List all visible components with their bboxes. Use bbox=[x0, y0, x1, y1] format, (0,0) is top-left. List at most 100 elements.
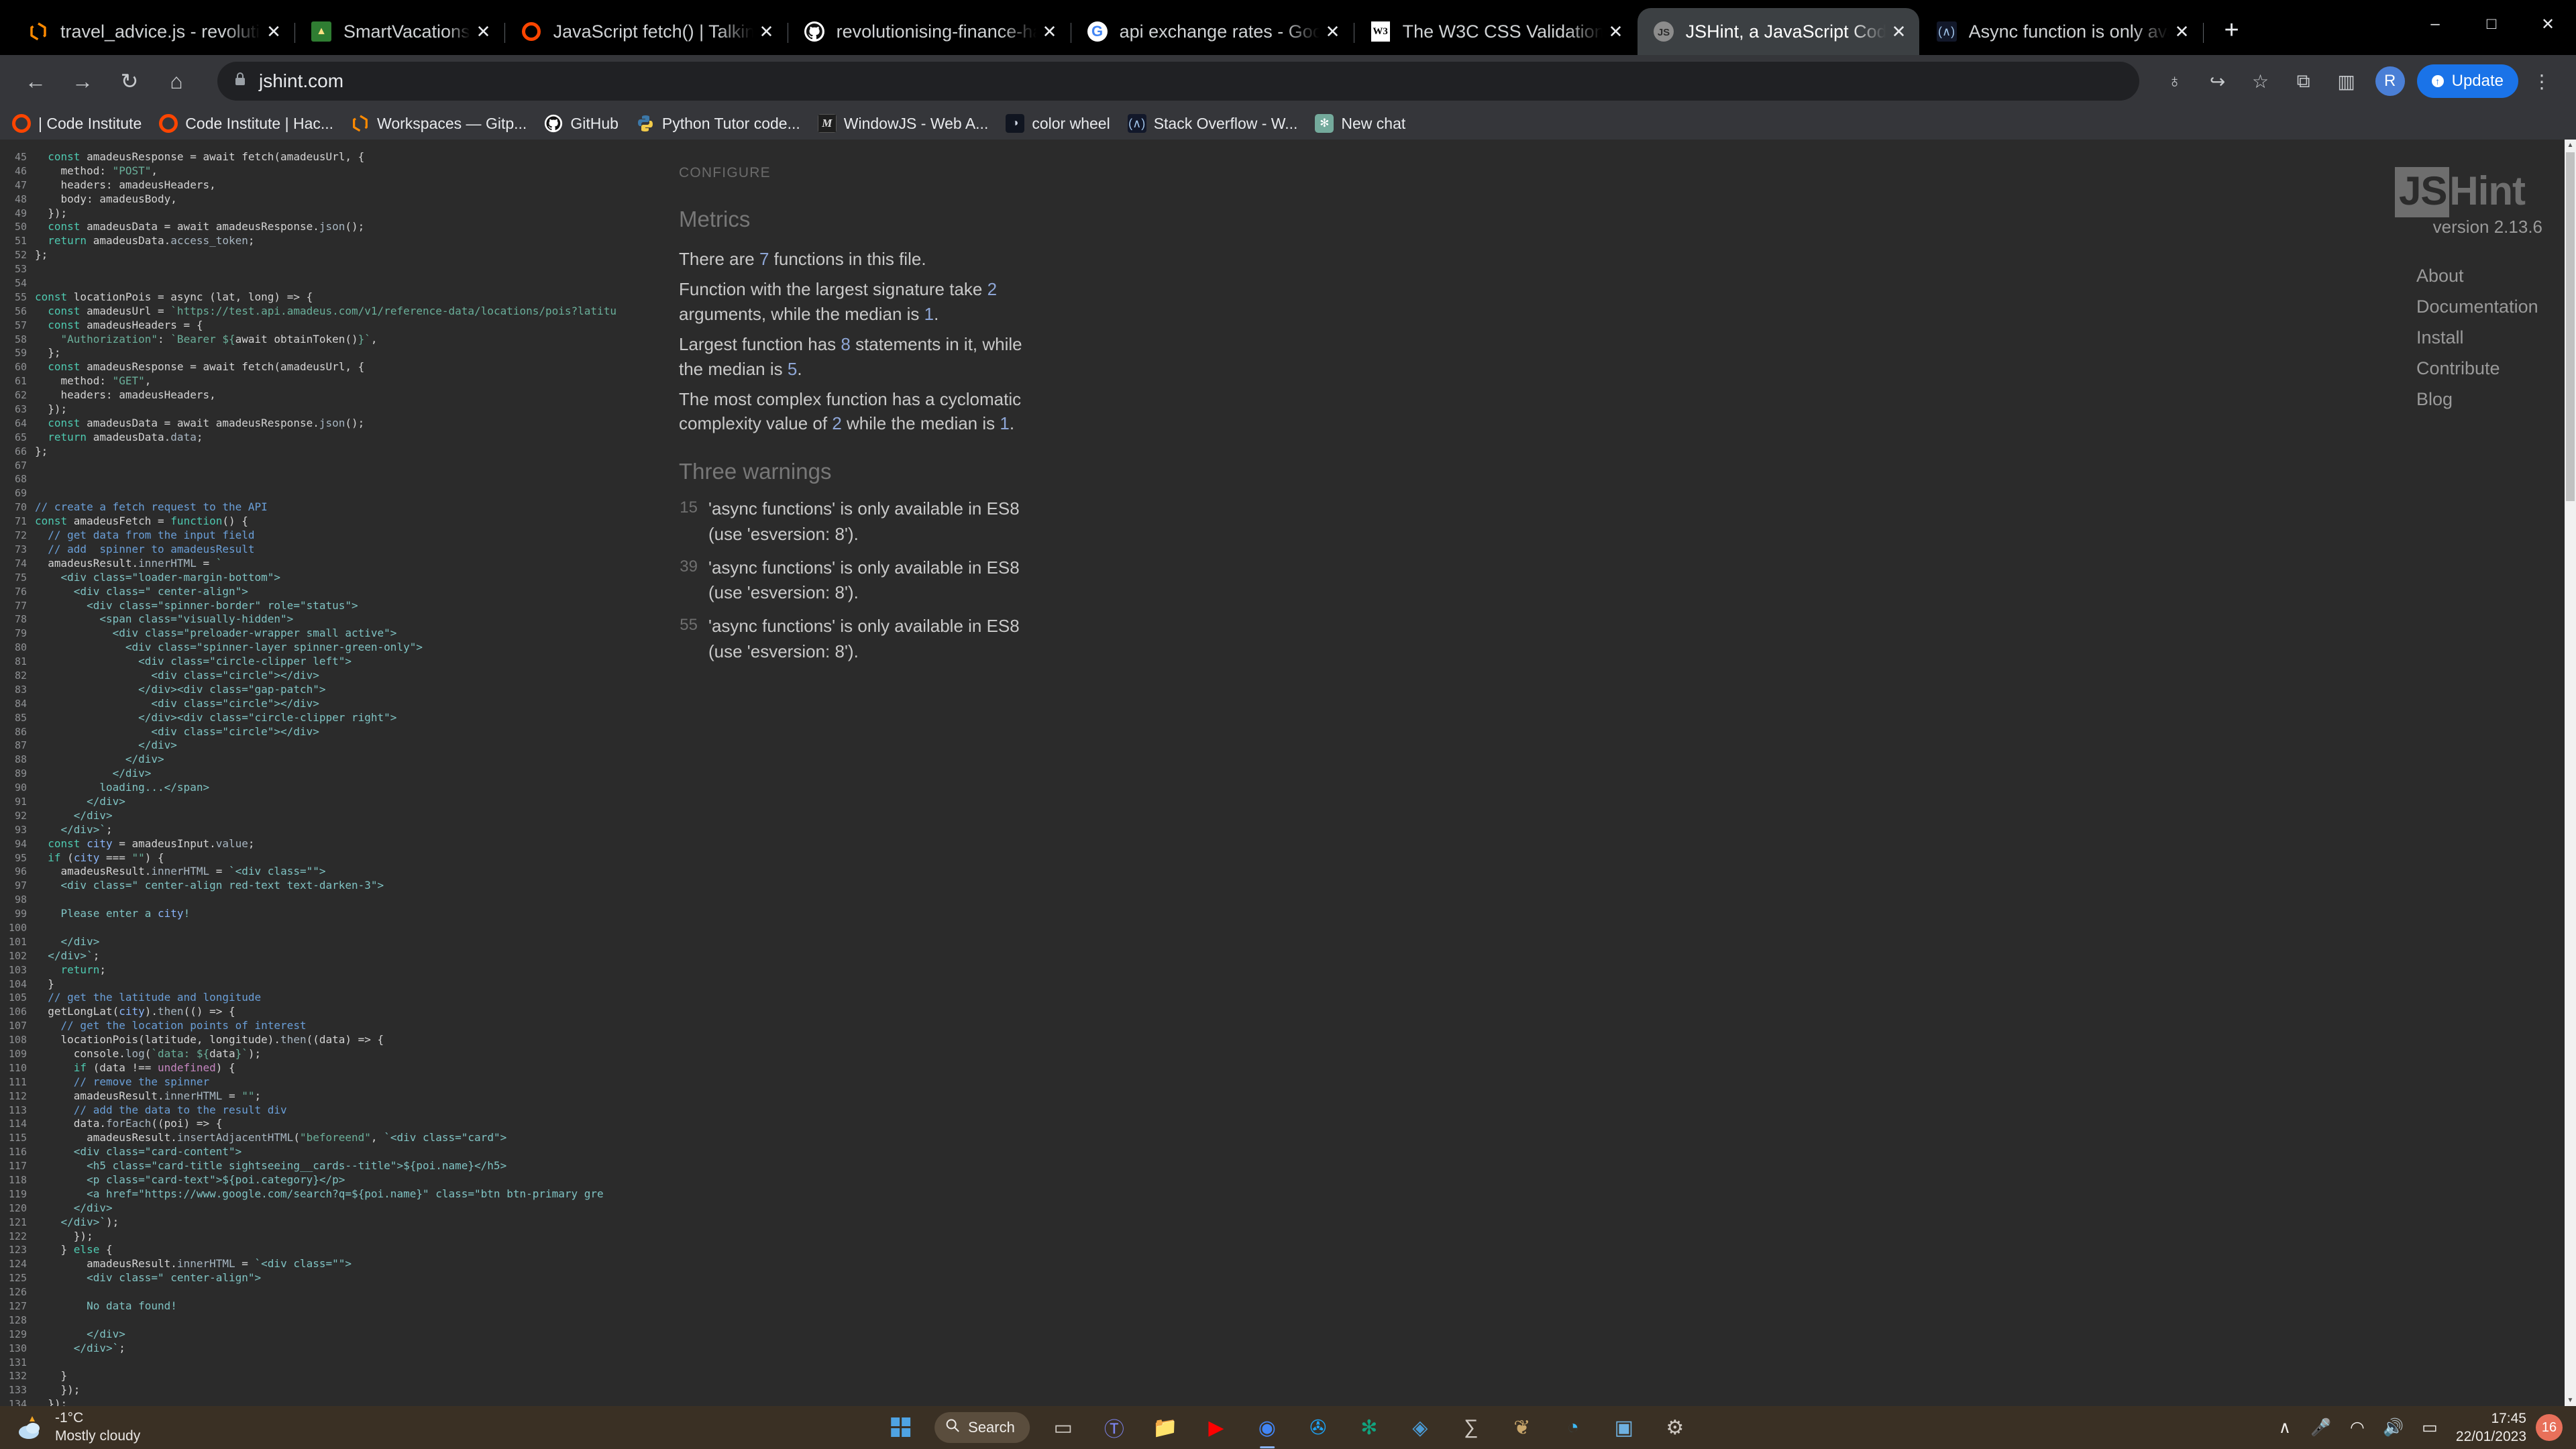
extensions-icon[interactable]: ⧉ bbox=[2284, 62, 2323, 101]
page-scrollbar[interactable]: ▲ ▼ bbox=[2565, 140, 2576, 1406]
code-line[interactable]: 97 <div class=" center-align red-text te… bbox=[0, 879, 637, 893]
code-line[interactable]: 93 </div>`; bbox=[0, 823, 637, 837]
code-line[interactable]: 90 loading...</span> bbox=[0, 781, 637, 795]
tab-close-button[interactable]: ✕ bbox=[260, 21, 287, 42]
code-line[interactable]: 125 <div class=" center-align"> bbox=[0, 1271, 637, 1285]
share-icon[interactable]: ↪ bbox=[2198, 62, 2237, 101]
tab-close-button[interactable]: ✕ bbox=[2169, 21, 2196, 42]
bookmark-item[interactable]: Python Tutor code... bbox=[636, 114, 800, 133]
bookmark-item[interactable]: Code Institute | Hac... bbox=[159, 114, 333, 133]
code-line[interactable]: 107 // get the location points of intere… bbox=[0, 1019, 637, 1033]
calc-icon[interactable]: ∑ bbox=[1452, 1409, 1491, 1446]
tab-close-button[interactable]: ✕ bbox=[470, 21, 497, 42]
code-line[interactable]: 55const locationPois = async (lat, long)… bbox=[0, 290, 637, 305]
code-line[interactable]: 104 } bbox=[0, 977, 637, 991]
code-line[interactable]: 73 // add spinner to amadeusResult bbox=[0, 543, 637, 557]
show-hidden-icons-icon[interactable]: ∧ bbox=[2267, 1409, 2303, 1446]
browser-tab[interactable]: JSJSHint, a JavaScript Code Quality✕ bbox=[1638, 8, 1919, 55]
bookmark-item[interactable]: GitHub bbox=[544, 114, 619, 133]
code-line[interactable]: 83 </div><div class="gap-patch"> bbox=[0, 683, 637, 697]
app-icon[interactable]: ❦ bbox=[1503, 1409, 1542, 1446]
browser-tab[interactable]: ▲SmartVacations✕ bbox=[295, 8, 504, 55]
code-line[interactable]: 133 }); bbox=[0, 1383, 637, 1397]
code-line[interactable]: 46 method: "POST", bbox=[0, 164, 637, 178]
code-line[interactable]: 129 </div> bbox=[0, 1328, 637, 1342]
code-line[interactable]: 94 const city = amadeusInput.value; bbox=[0, 837, 637, 851]
code-line[interactable]: 121 </div>`); bbox=[0, 1216, 637, 1230]
new-tab-button[interactable]: + bbox=[2213, 13, 2251, 50]
code-line[interactable]: 96 amadeusResult.innerHTML = `<div class… bbox=[0, 865, 637, 879]
tab-close-button[interactable]: ✕ bbox=[1320, 21, 1346, 42]
code-line[interactable]: 106 getLongLat(city).then(() => { bbox=[0, 1005, 637, 1019]
code-line[interactable]: 122 }); bbox=[0, 1230, 637, 1244]
code-editor[interactable]: 45 const amadeusResponse = await fetch(a… bbox=[0, 140, 637, 1406]
code-line[interactable]: 77 <div class="spinner-border" role="sta… bbox=[0, 599, 637, 613]
code-line[interactable]: 65 return amadeusData.data; bbox=[0, 431, 637, 445]
code-line[interactable]: 62 headers: amadeusHeaders, bbox=[0, 388, 637, 402]
code-line[interactable]: 66}; bbox=[0, 445, 637, 459]
code-line[interactable]: 76 <div class=" center-align"> bbox=[0, 585, 637, 599]
code-line[interactable]: 101 </div> bbox=[0, 935, 637, 949]
code-line[interactable]: 84 <div class="circle"></div> bbox=[0, 697, 637, 711]
code-line[interactable]: 89 </div> bbox=[0, 767, 637, 781]
chrome-icon[interactable]: ◉ bbox=[1248, 1409, 1287, 1446]
browser-tab[interactable]: W3The W3C CSS Validation Service✕ bbox=[1354, 8, 1636, 55]
code-line[interactable]: 118 <p class="card-text">${poi.category}… bbox=[0, 1173, 637, 1187]
battery-icon[interactable]: ▭ bbox=[2412, 1409, 2448, 1446]
code-line[interactable]: 74 amadeusResult.innerHTML = ` bbox=[0, 557, 637, 571]
code-line[interactable]: 51 return amadeusData.access_token; bbox=[0, 234, 637, 248]
close-window-button[interactable]: ✕ bbox=[2520, 0, 2576, 48]
code-line[interactable]: 109 console.log(`data: ${data}`); bbox=[0, 1047, 637, 1061]
code-line[interactable]: 131 bbox=[0, 1356, 637, 1370]
browser-tab[interactable]: JavaScript fetch() | Talking to an A✕ bbox=[505, 8, 787, 55]
volume-icon[interactable]: 🔊 bbox=[2375, 1409, 2412, 1446]
clock[interactable]: 17:45 22/01/2023 bbox=[2456, 1409, 2526, 1446]
browser-tab[interactable]: travel_advice.js - revolutionising-f✕ bbox=[12, 8, 294, 55]
bookmark-item[interactable]: MWindowJS - Web A... bbox=[818, 114, 989, 133]
code-line[interactable]: 56 const amadeusUrl = `https://test.api.… bbox=[0, 305, 637, 319]
update-button[interactable]: ↑ Update bbox=[2417, 64, 2518, 98]
code-line[interactable]: 130 </div>`; bbox=[0, 1342, 637, 1356]
code-line[interactable]: 69 bbox=[0, 486, 637, 500]
twitter-icon[interactable]: ✇ bbox=[1299, 1409, 1338, 1446]
configure-link[interactable]: CONFIGURE bbox=[679, 165, 2576, 181]
code-line[interactable]: 120 </div> bbox=[0, 1201, 637, 1216]
bookmark-item[interactable]: ✻New chat bbox=[1315, 114, 1405, 133]
home-button[interactable]: ⌂ bbox=[156, 60, 197, 102]
code-line[interactable]: 57 const amadeusHeaders = { bbox=[0, 319, 637, 333]
sidebar-link-blog[interactable]: Blog bbox=[2416, 389, 2564, 410]
scroll-up-arrow-icon[interactable]: ▲ bbox=[2565, 140, 2576, 151]
code-line[interactable]: 123 } else { bbox=[0, 1243, 637, 1257]
code-line[interactable]: 111 // remove the spinner bbox=[0, 1075, 637, 1089]
microphone-icon[interactable]: 🎤 bbox=[2303, 1409, 2339, 1446]
code-line[interactable]: 88 </div> bbox=[0, 753, 637, 767]
code-line[interactable]: 79 <div class="preloader-wrapper small a… bbox=[0, 627, 637, 641]
sidebar-link-documentation[interactable]: Documentation bbox=[2416, 297, 2564, 317]
code-line[interactable]: 75 <div class="loader-margin-bottom"> bbox=[0, 571, 637, 585]
taskview-icon[interactable]: ▭ bbox=[1044, 1409, 1083, 1446]
code-line[interactable]: 117 <h5 class="card-title sightseeing__c… bbox=[0, 1159, 637, 1173]
code-line[interactable]: 113 // add the data to the result div bbox=[0, 1104, 637, 1118]
forward-button[interactable]: → bbox=[62, 60, 103, 102]
code-line[interactable]: 86 <div class="circle"></div> bbox=[0, 725, 637, 739]
sidebar-link-contribute[interactable]: Contribute bbox=[2416, 358, 2564, 379]
code-line[interactable]: 58 "Authorization": `Bearer ${await obta… bbox=[0, 333, 637, 347]
code-line[interactable]: 124 amadeusResult.innerHTML = `<div clas… bbox=[0, 1257, 637, 1271]
code-line[interactable]: 110 if (data !== undefined) { bbox=[0, 1061, 637, 1075]
code-line[interactable]: 105 // get the latitude and longitude bbox=[0, 991, 637, 1005]
code-line[interactable]: 72 // get data from the input field bbox=[0, 529, 637, 543]
code-line[interactable]: 81 <div class="circle-clipper left"> bbox=[0, 655, 637, 669]
minimize-button[interactable]: – bbox=[2407, 0, 2463, 48]
code-line[interactable]: 98 bbox=[0, 893, 637, 907]
code-line[interactable]: 78 <span class="visually-hidden"> bbox=[0, 612, 637, 627]
code-line[interactable]: 64 const amadeusData = await amadeusResp… bbox=[0, 417, 637, 431]
code-line[interactable]: 85 </div><div class="circle-clipper righ… bbox=[0, 711, 637, 725]
avatar[interactable]: R bbox=[2375, 66, 2405, 96]
tab-close-button[interactable]: ✕ bbox=[1603, 21, 1629, 42]
code-line[interactable]: 68 bbox=[0, 472, 637, 486]
wifi-icon[interactable]: ◠ bbox=[2339, 1409, 2375, 1446]
code-line[interactable]: 54 bbox=[0, 276, 637, 290]
code-line[interactable]: 47 headers: amadeusHeaders, bbox=[0, 178, 637, 193]
bookmark-item[interactable]: | Code Institute bbox=[12, 114, 142, 133]
code-line[interactable]: 128 bbox=[0, 1313, 637, 1328]
